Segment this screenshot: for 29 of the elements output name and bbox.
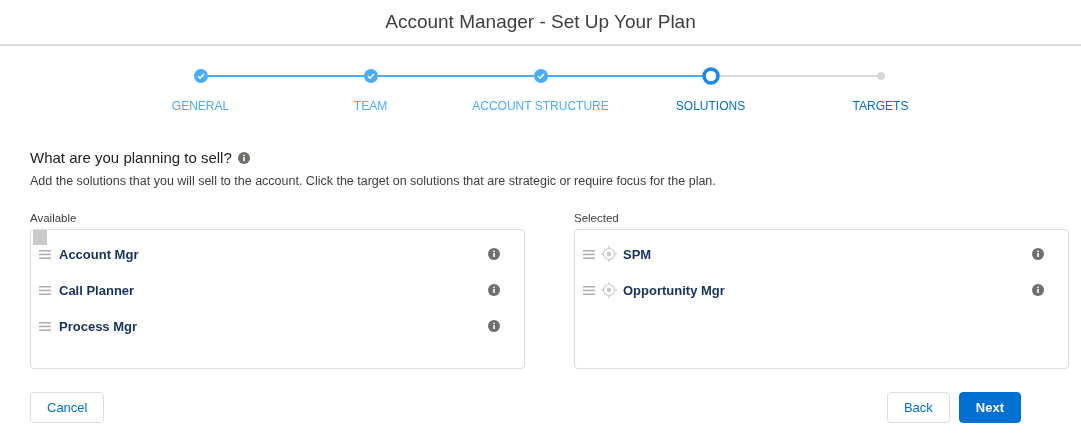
info-icon[interactable] (488, 320, 500, 332)
info-icon[interactable] (1032, 248, 1044, 260)
solution-name[interactable]: SPM (623, 246, 1032, 262)
step-label[interactable]: TARGETS (852, 99, 909, 113)
drag-handle-icon[interactable] (583, 285, 595, 295)
info-icon[interactable] (488, 248, 500, 260)
info-icon[interactable] (488, 284, 500, 296)
section-heading: What are you planning to sell? (30, 149, 232, 166)
cancel-button[interactable]: Cancel (30, 392, 105, 423)
info-icon[interactable] (237, 151, 250, 164)
solution-name[interactable]: Account Mgr (59, 246, 488, 262)
back-button[interactable]: Back (886, 392, 950, 423)
step-label[interactable]: SOLUTIONS (675, 99, 746, 113)
solution-name[interactable]: Call Planner (59, 282, 488, 298)
list-label: Selected (574, 212, 620, 224)
solution-name[interactable]: Process Mgr (59, 318, 488, 334)
description-text: Add the solutions that you will sell to the account. Click the target on solutions that are strategic or require focus for the plan. (30, 174, 717, 188)
drag-handle-icon[interactable] (39, 285, 51, 295)
drag-handle-icon[interactable] (39, 321, 51, 331)
drag-handle-icon[interactable] (39, 249, 51, 259)
drag-handle-icon[interactable] (583, 249, 595, 259)
target-icon[interactable] (601, 282, 617, 298)
scroll-thumb[interactable] (33, 230, 47, 245)
target-icon[interactable] (601, 246, 617, 262)
page-title: Account Manager - Set Up Your Plan (385, 11, 696, 33)
info-icon[interactable] (1032, 284, 1044, 296)
next-button[interactable]: Next (958, 392, 1021, 423)
solution-name[interactable]: Opportunity Mgr (623, 282, 1032, 298)
list-label: Available (30, 212, 78, 224)
